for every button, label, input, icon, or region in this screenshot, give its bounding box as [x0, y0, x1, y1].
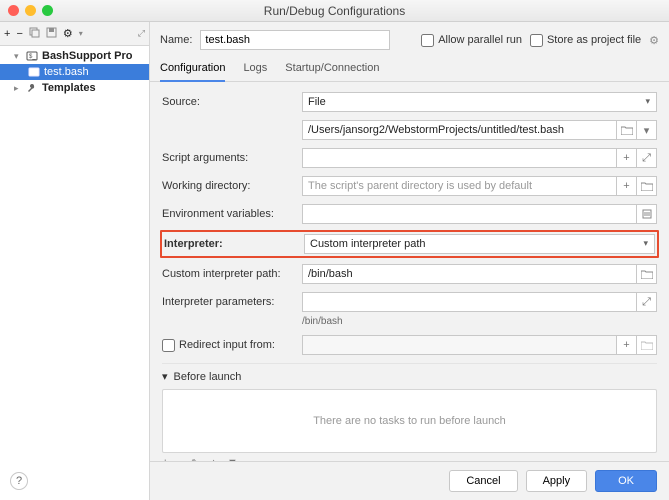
left-panel: + − ⚙ ▾ ⤢ ▾ $_ BashSupport Pro $_ test.b… — [0, 22, 150, 500]
interpreter-dropdown[interactable]: Custom interpreter path — [304, 234, 655, 254]
source-dropdown[interactable]: File — [302, 92, 657, 112]
remove-icon[interactable]: − — [16, 28, 22, 40]
env-input[interactable] — [302, 204, 637, 224]
wrench-icon[interactable]: ⚙ — [63, 27, 73, 40]
add-icon[interactable]: + — [4, 28, 10, 40]
tab-logs[interactable]: Logs — [243, 56, 267, 81]
tree-root-bashsupport[interactable]: ▾ $_ BashSupport Pro — [0, 48, 149, 64]
custom-path-label: Custom interpreter path: — [162, 268, 302, 280]
file-path-field[interactable]: /Users/jansorg2/WebstormProjects/untitle… — [302, 120, 617, 140]
config-toolbar: + − ⚙ ▾ ⤢ — [0, 22, 149, 46]
window-title: Run/Debug Configurations — [264, 4, 405, 18]
svg-text:$_: $_ — [31, 70, 38, 76]
browse-interpreter-icon[interactable] — [637, 264, 657, 284]
close-icon[interactable] — [8, 5, 19, 16]
add-redirect-icon: + — [617, 335, 637, 355]
ok-button[interactable]: OK — [595, 470, 657, 492]
before-launch-list: There are no tasks to run before launch — [162, 389, 657, 453]
before-launch-toolbar: + − ✎ ▲ ▼ — [162, 453, 657, 461]
name-input[interactable] — [200, 30, 390, 50]
allow-parallel-checkbox[interactable]: Allow parallel run — [421, 34, 522, 47]
save-icon[interactable] — [46, 27, 57, 41]
remove-task-icon[interactable]: − — [176, 457, 182, 461]
chevron-down-icon[interactable]: ▾ — [637, 120, 657, 140]
config-tree[interactable]: ▾ $_ BashSupport Pro $_ test.bash ▸ Temp… — [0, 46, 149, 500]
store-project-checkbox[interactable]: Store as project file — [530, 34, 641, 47]
chevron-down-icon: ▾ — [162, 370, 168, 383]
add-workdir-icon[interactable]: + — [617, 176, 637, 196]
edit-task-icon[interactable]: ✎ — [191, 457, 200, 461]
gear-icon[interactable]: ⚙ — [649, 34, 659, 47]
up-icon[interactable]: ▲ — [208, 457, 219, 461]
down-icon[interactable]: ▼ — [227, 457, 238, 461]
wrench-icon — [26, 82, 38, 94]
browse-workdir-icon[interactable] — [637, 176, 657, 196]
source-label: Source: — [162, 96, 302, 108]
help-icon[interactable]: ? — [10, 472, 28, 490]
maximize-icon[interactable] — [42, 5, 53, 16]
params-hint: /bin/bash — [162, 316, 657, 327]
redirect-input-field — [302, 335, 617, 355]
browse-redirect-icon — [637, 335, 657, 355]
titlebar: Run/Debug Configurations — [0, 0, 669, 22]
svg-text:$_: $_ — [29, 54, 36, 60]
tree-item-label: test.bash — [44, 66, 89, 78]
name-label: Name: — [160, 34, 192, 46]
window-controls — [8, 5, 53, 16]
tree-templates-label: Templates — [42, 82, 96, 94]
expand-icon[interactable]: ⤢ — [637, 148, 657, 168]
params-label: Interpreter parameters: — [162, 296, 302, 308]
workdir-input[interactable]: The script's parent directory is used by… — [302, 176, 617, 196]
env-label: Environment variables: — [162, 208, 302, 220]
bash-file-icon: $_ — [28, 66, 40, 78]
copy-icon[interactable] — [29, 27, 40, 41]
add-task-icon[interactable]: + — [162, 457, 168, 461]
before-launch-header[interactable]: ▾ Before launch — [162, 363, 657, 389]
expand-params-icon[interactable]: ⤢ — [637, 292, 657, 312]
tab-configuration[interactable]: Configuration — [160, 56, 225, 82]
custom-path-input[interactable]: /bin/bash — [302, 264, 637, 284]
tab-startup[interactable]: Startup/Connection — [285, 56, 379, 81]
params-input[interactable] — [302, 292, 637, 312]
expand-icon[interactable]: ⤢ — [138, 28, 145, 39]
script-args-input[interactable] — [302, 148, 617, 168]
interpreter-label: Interpreter: — [164, 238, 223, 250]
workdir-label: Working directory: — [162, 180, 302, 192]
env-list-icon[interactable] — [637, 204, 657, 224]
cancel-button[interactable]: Cancel — [449, 470, 517, 492]
minimize-icon[interactable] — [25, 5, 36, 16]
add-arg-icon[interactable]: + — [617, 148, 637, 168]
browse-icon[interactable] — [617, 120, 637, 140]
tree-item-testbash[interactable]: $_ test.bash — [0, 64, 149, 80]
apply-button[interactable]: Apply — [526, 470, 588, 492]
bash-icon: $_ — [26, 50, 38, 62]
script-args-label: Script arguments: — [162, 152, 302, 164]
tree-templates[interactable]: ▸ Templates — [0, 80, 149, 96]
tree-root-label: BashSupport Pro — [42, 50, 132, 62]
redirect-input-checkbox[interactable]: Redirect input from: — [162, 339, 302, 352]
